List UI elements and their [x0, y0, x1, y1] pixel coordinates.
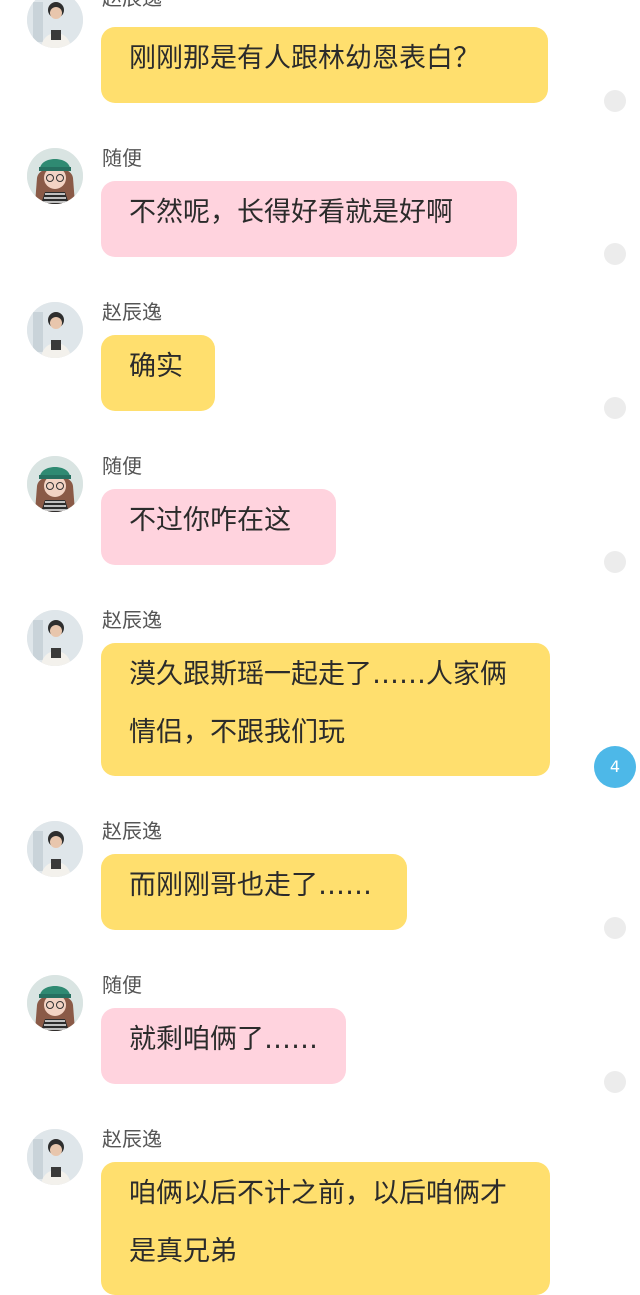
avatar-suibian-icon[interactable]: [27, 148, 83, 204]
read-status-icon: [604, 243, 626, 265]
read-status-icon: [604, 917, 626, 939]
message-bubble[interactable]: 确实: [101, 335, 215, 411]
message-bubble[interactable]: 刚刚那是有人跟林幼恩表白？: [101, 27, 548, 103]
read-status-icon: [604, 551, 626, 573]
message-bubble[interactable]: 而刚刚哥也走了……: [101, 854, 407, 930]
sender-name: 赵辰逸: [102, 0, 162, 10]
message-bubble[interactable]: 不过你咋在这: [101, 489, 336, 565]
avatar-zhao-icon[interactable]: [27, 0, 83, 48]
avatar-zhao-icon[interactable]: [27, 302, 83, 358]
sender-name: 赵辰逸: [102, 1127, 162, 1151]
avatar-suibian-icon[interactable]: [27, 456, 83, 512]
sender-name: 赵辰逸: [102, 608, 162, 632]
chat-thread[interactable]: 赵辰逸 刚刚那是有人跟林幼恩表白？ 随便 不然呢，长得好看就是好啊 赵辰逸 确实…: [0, 0, 640, 1295]
read-status-icon: [604, 1071, 626, 1093]
read-status-icon: [604, 397, 626, 419]
sender-name: 赵辰逸: [102, 819, 162, 843]
sender-name: 随便: [102, 973, 142, 997]
message-bubble[interactable]: 咱俩以后不计之前，以后咱俩才是真兄弟: [101, 1162, 550, 1295]
avatar-zhao-icon[interactable]: [27, 610, 83, 666]
message-bubble[interactable]: 不然呢，长得好看就是好啊: [101, 181, 517, 257]
sender-name: 随便: [102, 146, 142, 170]
unread-count-badge[interactable]: 4: [594, 746, 636, 788]
avatar-zhao-icon[interactable]: [27, 821, 83, 877]
message-bubble[interactable]: 就剩咱俩了……: [101, 1008, 346, 1084]
message-bubble[interactable]: 漠久跟斯瑶一起走了……人家俩情侣，不跟我们玩: [101, 643, 550, 776]
sender-name: 随便: [102, 454, 142, 478]
avatar-suibian-icon[interactable]: [27, 975, 83, 1031]
avatar-zhao-icon[interactable]: [27, 1129, 83, 1185]
sender-name: 赵辰逸: [102, 300, 162, 324]
read-status-icon: [604, 90, 626, 112]
